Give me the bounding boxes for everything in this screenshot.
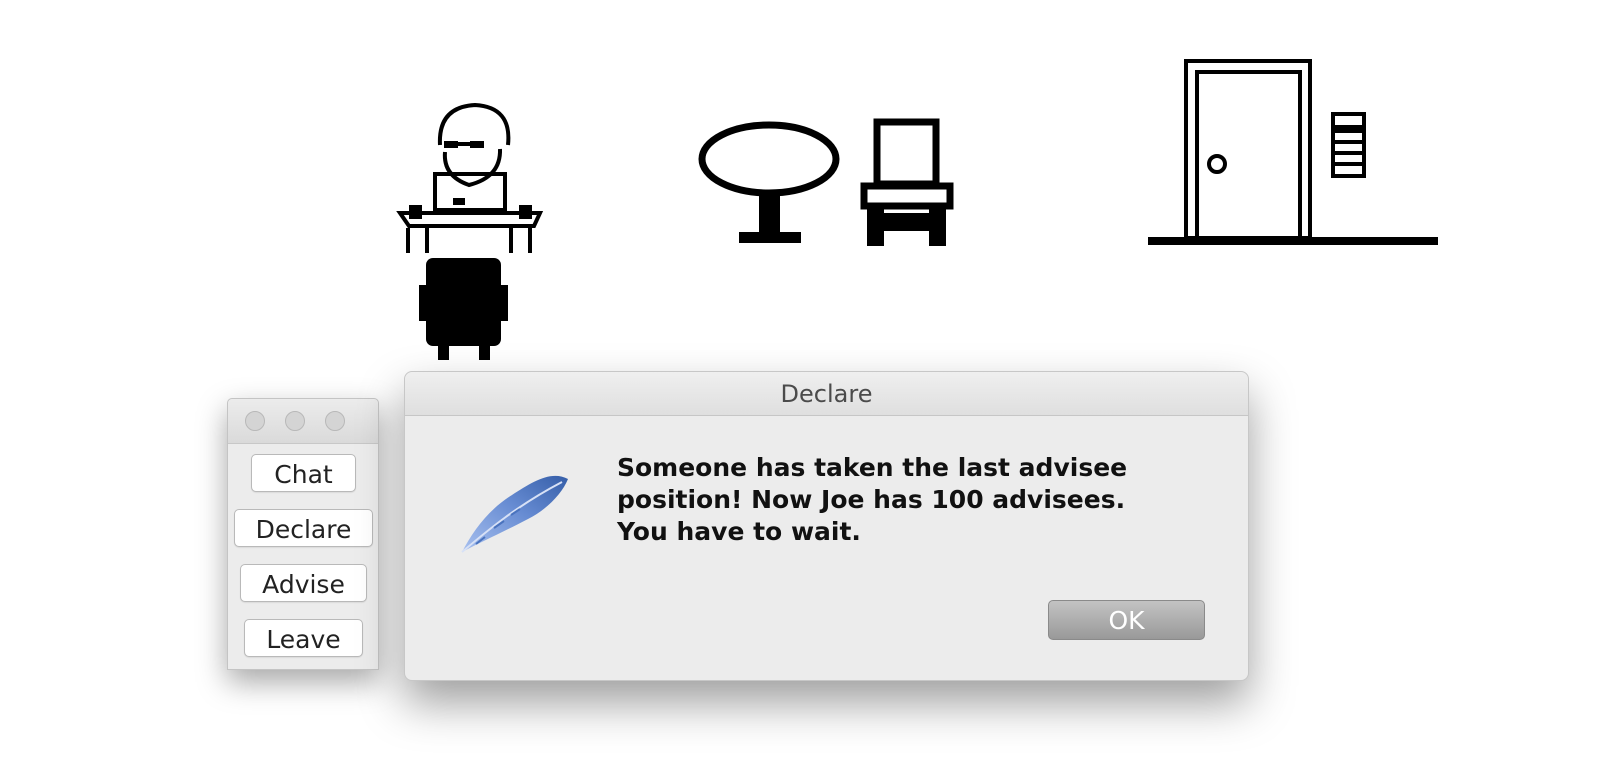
leave-button[interactable]: Leave (244, 619, 363, 657)
chat-button[interactable]: Chat (251, 454, 356, 492)
declare-dialog: Declare Someone has taken the last advis… (404, 371, 1249, 681)
person-at-desk-icon (395, 95, 555, 360)
declare-button[interactable]: Declare (234, 509, 373, 547)
zoom-window-button[interactable] (325, 411, 345, 431)
action-button-panel: Chat Declare Advise Leave (228, 444, 378, 669)
action-window-titlebar[interactable] (228, 399, 378, 444)
dialog-title: Declare (405, 372, 1248, 416)
minimize-window-button[interactable] (285, 411, 305, 431)
feather-icon (450, 462, 580, 560)
action-window: Chat Declare Advise Leave (227, 398, 379, 670)
chair-icon (859, 117, 954, 247)
elevator-call-panel-icon (1328, 111, 1372, 181)
ok-button[interactable]: OK (1048, 600, 1205, 640)
dialog-message: Someone has taken the last advisee posit… (617, 453, 1128, 546)
table-icon (697, 119, 847, 247)
close-window-button[interactable] (245, 411, 265, 431)
door-icon (1148, 56, 1438, 251)
advise-button[interactable]: Advise (240, 564, 367, 602)
